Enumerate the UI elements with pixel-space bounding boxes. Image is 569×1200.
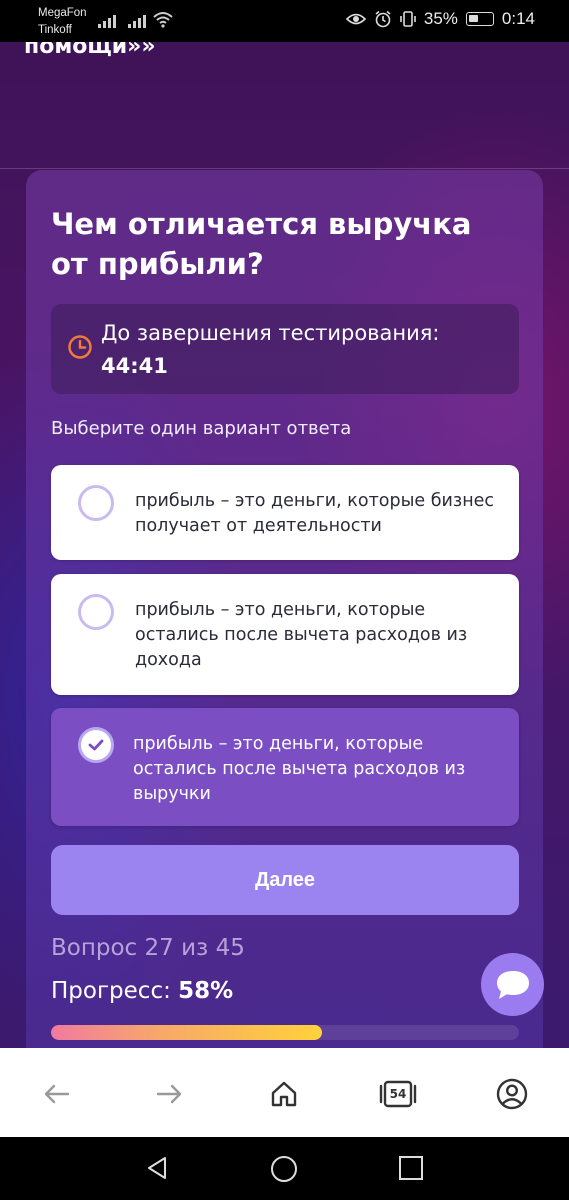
progress-bar (51, 1025, 519, 1040)
clock-icon (67, 334, 93, 364)
profile-icon[interactable] (492, 1074, 532, 1114)
signal-icon (98, 12, 116, 28)
check-icon (88, 739, 104, 751)
question-title: Чем отличается выручка от прибыли? (51, 207, 472, 281)
nav-back-icon[interactable] (144, 1155, 170, 1185)
chat-button[interactable] (481, 953, 544, 1016)
clock: 0:14 (501, 9, 535, 28)
progress-text: Прогресс: 58% (51, 978, 233, 1004)
answer-option-2[interactable]: прибыль – это деньги, которые остались п… (51, 574, 519, 695)
tabs-icon[interactable]: 54 (378, 1074, 418, 1114)
next-button[interactable]: Далее (51, 845, 519, 915)
timer-value: 44:41 (101, 354, 168, 378)
timer-box: До завершения тестирования: 44:41 (51, 304, 519, 394)
answer-option-text: прибыль – это деньги, которые остались п… (135, 600, 468, 670)
status-bar: MegaFon Tinkoff 35% 0:14 (0, 0, 569, 42)
progress-label: Прогресс: (51, 978, 171, 1004)
forward-arrow-icon[interactable] (150, 1074, 190, 1114)
progress-value: 58% (178, 978, 234, 1004)
radio-button-checked[interactable] (78, 727, 114, 763)
answer-option-text: прибыль – это деньги, которые бизнес пол… (135, 491, 495, 536)
status-right: 35% 0:14 (345, 9, 535, 29)
quiz-card: Чем отличается выручка от прибыли? До за… (26, 170, 543, 1048)
signal-icon (128, 12, 146, 28)
battery-icon (465, 12, 494, 26)
question-counter: Вопрос 27 из 45 (51, 935, 245, 961)
divider (0, 168, 569, 169)
nav-recents-icon[interactable] (398, 1155, 424, 1185)
radio-button[interactable] (78, 485, 114, 521)
timer-label: До завершения тестирования: (101, 321, 440, 345)
answer-instruction: Выберите один вариант ответа (51, 418, 352, 439)
answer-option-1[interactable]: прибыль – это деньги, которые бизнес пол… (51, 465, 519, 560)
nav-home-icon[interactable] (270, 1155, 298, 1187)
wifi-icon (152, 10, 174, 32)
carrier-2: Tinkoff (38, 24, 72, 36)
home-icon[interactable] (264, 1074, 304, 1114)
answer-option-3[interactable]: прибыль – это деньги, которые остались п… (51, 708, 519, 826)
alarm-icon (375, 10, 391, 28)
radio-button[interactable] (78, 594, 114, 630)
answer-option-text: прибыль – это деньги, которые остались п… (133, 734, 466, 804)
vibrate-icon (400, 11, 416, 27)
system-navigation-bar (0, 1137, 569, 1200)
back-arrow-icon[interactable] (36, 1074, 76, 1114)
carrier-names: MegaFon Tinkoff (38, 5, 87, 39)
carrier-1: MegaFon (38, 7, 87, 19)
chat-bubble-icon (496, 970, 529, 999)
header-text: помощи»» (24, 42, 156, 59)
browser-toolbar: 54 (0, 1048, 569, 1137)
battery-percent: 35% (423, 9, 458, 28)
progress-bar-fill (51, 1025, 323, 1040)
page-content: помощи»» Чем отличается выручка от прибы… (0, 42, 569, 1048)
tabs-count: 54 (389, 1087, 407, 1101)
eye-icon (345, 13, 366, 25)
